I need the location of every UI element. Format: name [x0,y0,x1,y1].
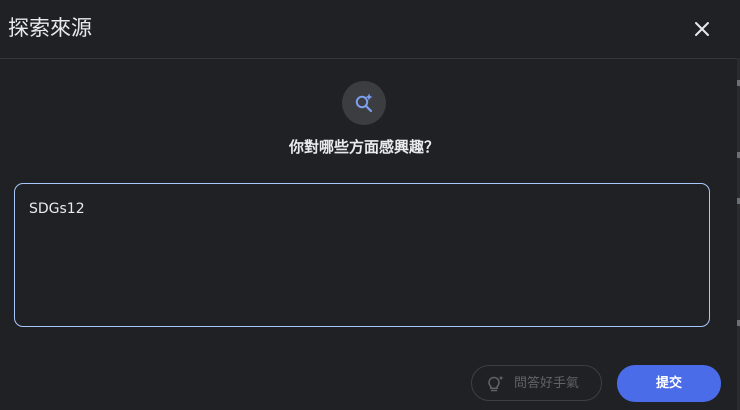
interest-question: 你對哪些方面感興趣？ [288,138,439,156]
feeling-lucky-label: 問答好手氣 [514,376,580,391]
dialog-title: 探索來源 [8,16,92,40]
search-sparkle-badge [342,81,386,125]
discover-sources-dialog: 探索來源 你對哪些方面感興趣？ SDGs12 問答好手氣 提交 [0,0,740,410]
interest-input-value[interactable]: SDGs12 [29,198,85,220]
submit-label: 提交 [655,376,682,391]
interest-input[interactable]: SDGs12 [14,183,710,327]
dialog-header: 探索來源 [0,0,740,59]
close-button[interactable] [690,17,714,41]
search-sparkle-icon [355,93,373,113]
lightbulb-sparkle-icon [488,375,504,392]
close-icon [695,22,709,36]
feeling-lucky-button[interactable]: 問答好手氣 [471,365,602,401]
submit-button[interactable]: 提交 [617,365,721,402]
